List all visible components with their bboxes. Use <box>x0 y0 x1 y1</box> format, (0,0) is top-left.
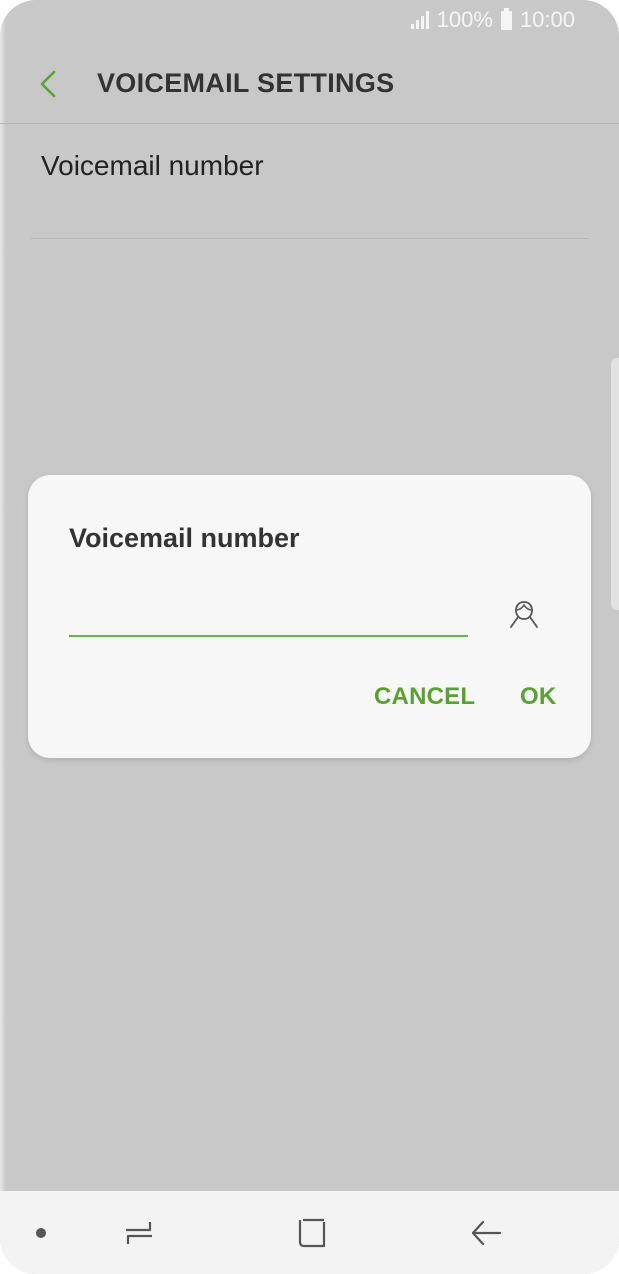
edge-panel-handle[interactable] <box>611 358 619 610</box>
page-title: VOICEMAIL SETTINGS <box>97 68 395 98</box>
home-button[interactable] <box>290 1211 334 1255</box>
list-item-label: Voicemail number <box>41 150 264 181</box>
back-nav-icon <box>471 1220 502 1246</box>
recent-apps-icon <box>126 1222 152 1244</box>
contact-picker-button[interactable] <box>502 593 546 637</box>
nav-bar-toggle-dot[interactable] <box>36 1228 46 1238</box>
navigation-bar <box>0 1191 619 1274</box>
list-item-voicemail-number[interactable]: Voicemail number <box>30 124 589 239</box>
home-icon <box>298 1218 326 1248</box>
cancel-button[interactable]: CANCEL <box>374 683 475 711</box>
phone-screen: 100% 10:00 VOICEMAIL SETTINGS Voicemail … <box>0 0 619 1274</box>
back-button[interactable] <box>28 64 68 104</box>
clock: 10:00 <box>519 7 575 32</box>
voicemail-number-dialog: Voicemail number CANCEL OK <box>28 475 591 758</box>
battery-icon <box>500 7 512 30</box>
battery-percent: 100% <box>436 7 493 32</box>
dialog-title: Voicemail number <box>69 523 300 553</box>
status-bar: 100% 10:00 <box>0 0 619 42</box>
contact-person-icon <box>510 601 538 628</box>
recent-apps-button[interactable] <box>117 1211 161 1255</box>
app-bar: VOICEMAIL SETTINGS <box>0 44 619 124</box>
status-indicators: 100% 10:00 <box>410 7 575 33</box>
signal-icon <box>410 11 429 29</box>
back-nav-button[interactable] <box>464 1211 508 1255</box>
screen-edge-highlight <box>0 0 6 1274</box>
back-arrow-icon <box>40 70 56 98</box>
ok-button[interactable]: OK <box>520 683 556 711</box>
voicemail-number-input[interactable] <box>69 593 468 637</box>
